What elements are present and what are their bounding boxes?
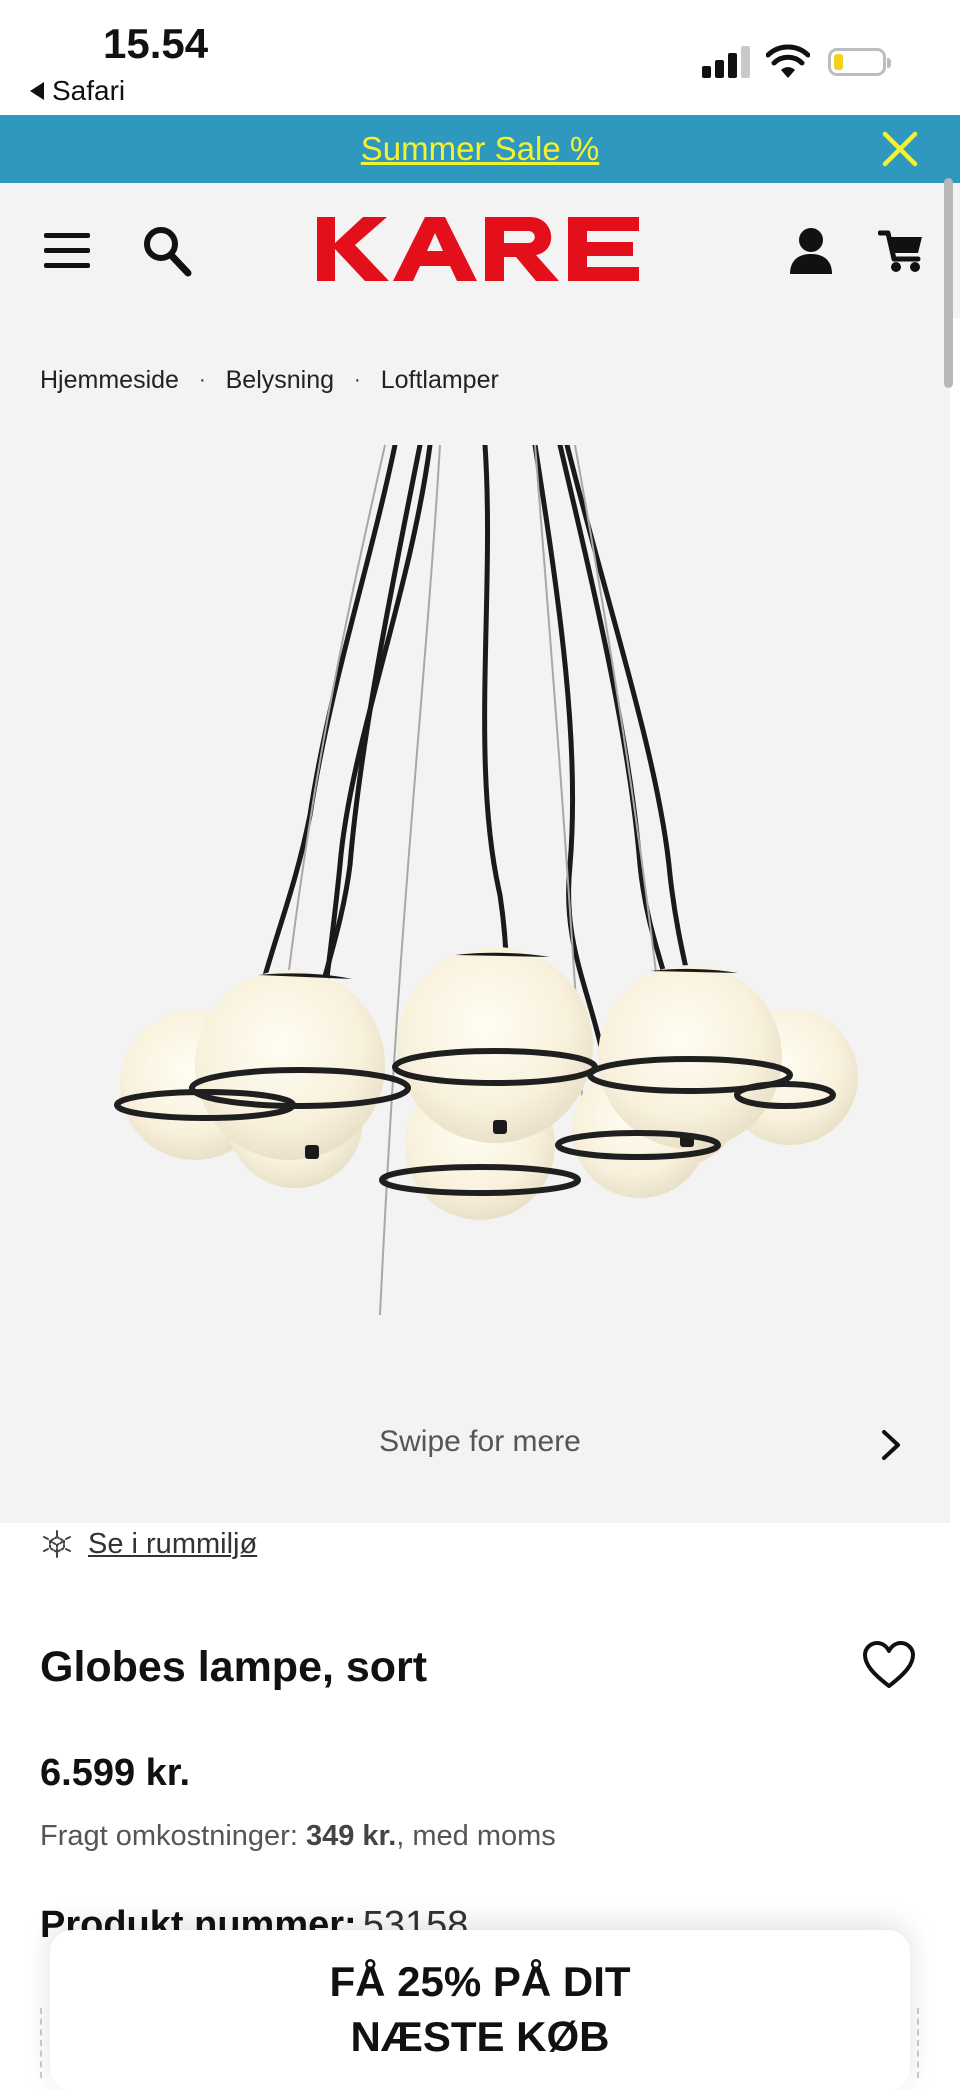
room-view-label: Se i rummiljø [88, 1527, 258, 1560]
product-title: Globes lampe, sort [40, 1643, 428, 1691]
cellular-signal-icon [702, 46, 750, 78]
swipe-hint: Swipe for mere [379, 1425, 581, 1458]
dashed-divider-left [40, 2008, 42, 2078]
product-image[interactable] [0, 445, 950, 1420]
shipping-suffix: , med moms [396, 1820, 556, 1852]
breadcrumb-separator: · [354, 369, 361, 391]
shipping-label: Fragt omkostninger: [40, 1820, 298, 1852]
status-bar: 15.54 Safari [0, 0, 960, 115]
close-icon[interactable] [880, 129, 920, 169]
status-time: 15.54 [103, 20, 209, 67]
breadcrumb-separator: · [198, 369, 206, 391]
back-triangle-icon [30, 82, 44, 100]
room-view-link[interactable]: Se i rummiljø [40, 1527, 257, 1561]
wifi-icon [766, 44, 810, 78]
breadcrumb-item-hjemmeside[interactable]: Hjemmeside [40, 366, 179, 395]
promo-banner: Summer Sale % [0, 115, 960, 183]
back-to-safari-link[interactable]: Safari [30, 75, 125, 107]
breadcrumb: Hjemmeside · Belysning · Loftlamper [40, 366, 499, 395]
heart-icon[interactable] [862, 1640, 916, 1690]
discount-popup-text: FÅ 25% PÅ DIT NÆSTE KØB [50, 1954, 910, 2064]
account-icon[interactable] [788, 227, 834, 275]
search-icon[interactable] [142, 225, 192, 277]
shipping-value: 349 kr. [305, 1820, 397, 1852]
breadcrumb-item-loftlamper[interactable]: Loftlamper [381, 366, 499, 395]
shipping-info: Fragt omkostninger: 349 kr., med moms [40, 1820, 556, 1853]
breadcrumb-item-belysning[interactable]: Belysning [226, 366, 334, 395]
dashed-divider-right [917, 2008, 919, 2078]
summer-sale-link[interactable]: Summer Sale % [0, 115, 960, 183]
product-price: 6.599 kr. [40, 1752, 191, 1794]
ar-cube-icon [43, 1530, 71, 1558]
hamburger-menu-icon[interactable] [44, 233, 92, 269]
kare-logo[interactable] [315, 213, 641, 285]
battery-icon [828, 48, 891, 76]
discount-line-2: NÆSTE KØB [350, 2013, 610, 2060]
cart-icon[interactable] [878, 229, 924, 273]
site-header [0, 183, 960, 318]
discount-popup[interactable]: FÅ 25% PÅ DIT NÆSTE KØB [50, 1930, 910, 2090]
back-app-label: Safari [52, 75, 126, 106]
page-scrollbar[interactable] [944, 178, 953, 388]
discount-line-1: FÅ 25% PÅ DIT [329, 1958, 631, 2005]
chevron-right-icon[interactable] [876, 1428, 906, 1462]
